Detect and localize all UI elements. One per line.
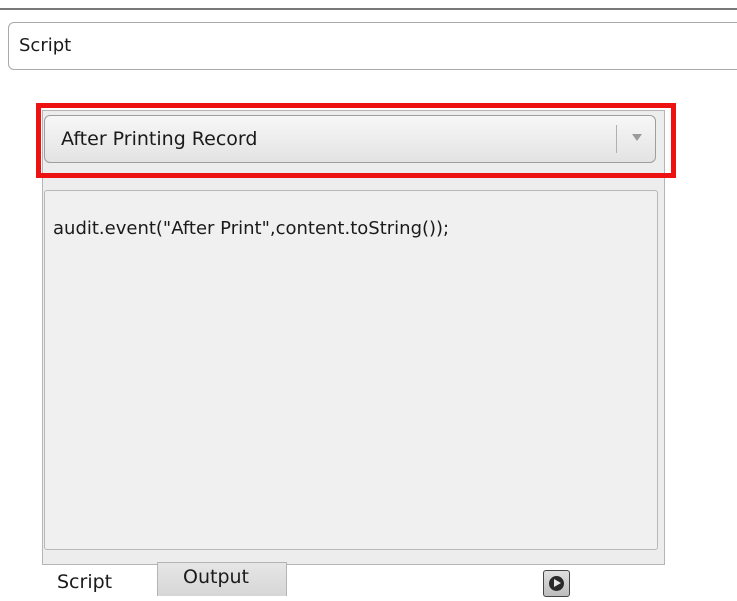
top-divider bbox=[0, 8, 737, 10]
dropdown-highlight-annotation bbox=[36, 103, 676, 178]
run-script-button[interactable] bbox=[543, 570, 570, 597]
script-code-editor[interactable]: audit.event("After Print",content.toStri… bbox=[44, 190, 658, 550]
script-editor-screen: Script After Printing Record audit.event… bbox=[0, 0, 737, 601]
tab-output[interactable]: Output bbox=[157, 562, 287, 596]
section-title: Script bbox=[19, 35, 72, 56]
tab-script[interactable]: Script bbox=[44, 566, 154, 600]
play-circle-icon bbox=[549, 576, 564, 591]
script-code-text: audit.event("After Print",content.toStri… bbox=[53, 218, 450, 239]
script-section-header[interactable]: Script bbox=[8, 22, 737, 70]
